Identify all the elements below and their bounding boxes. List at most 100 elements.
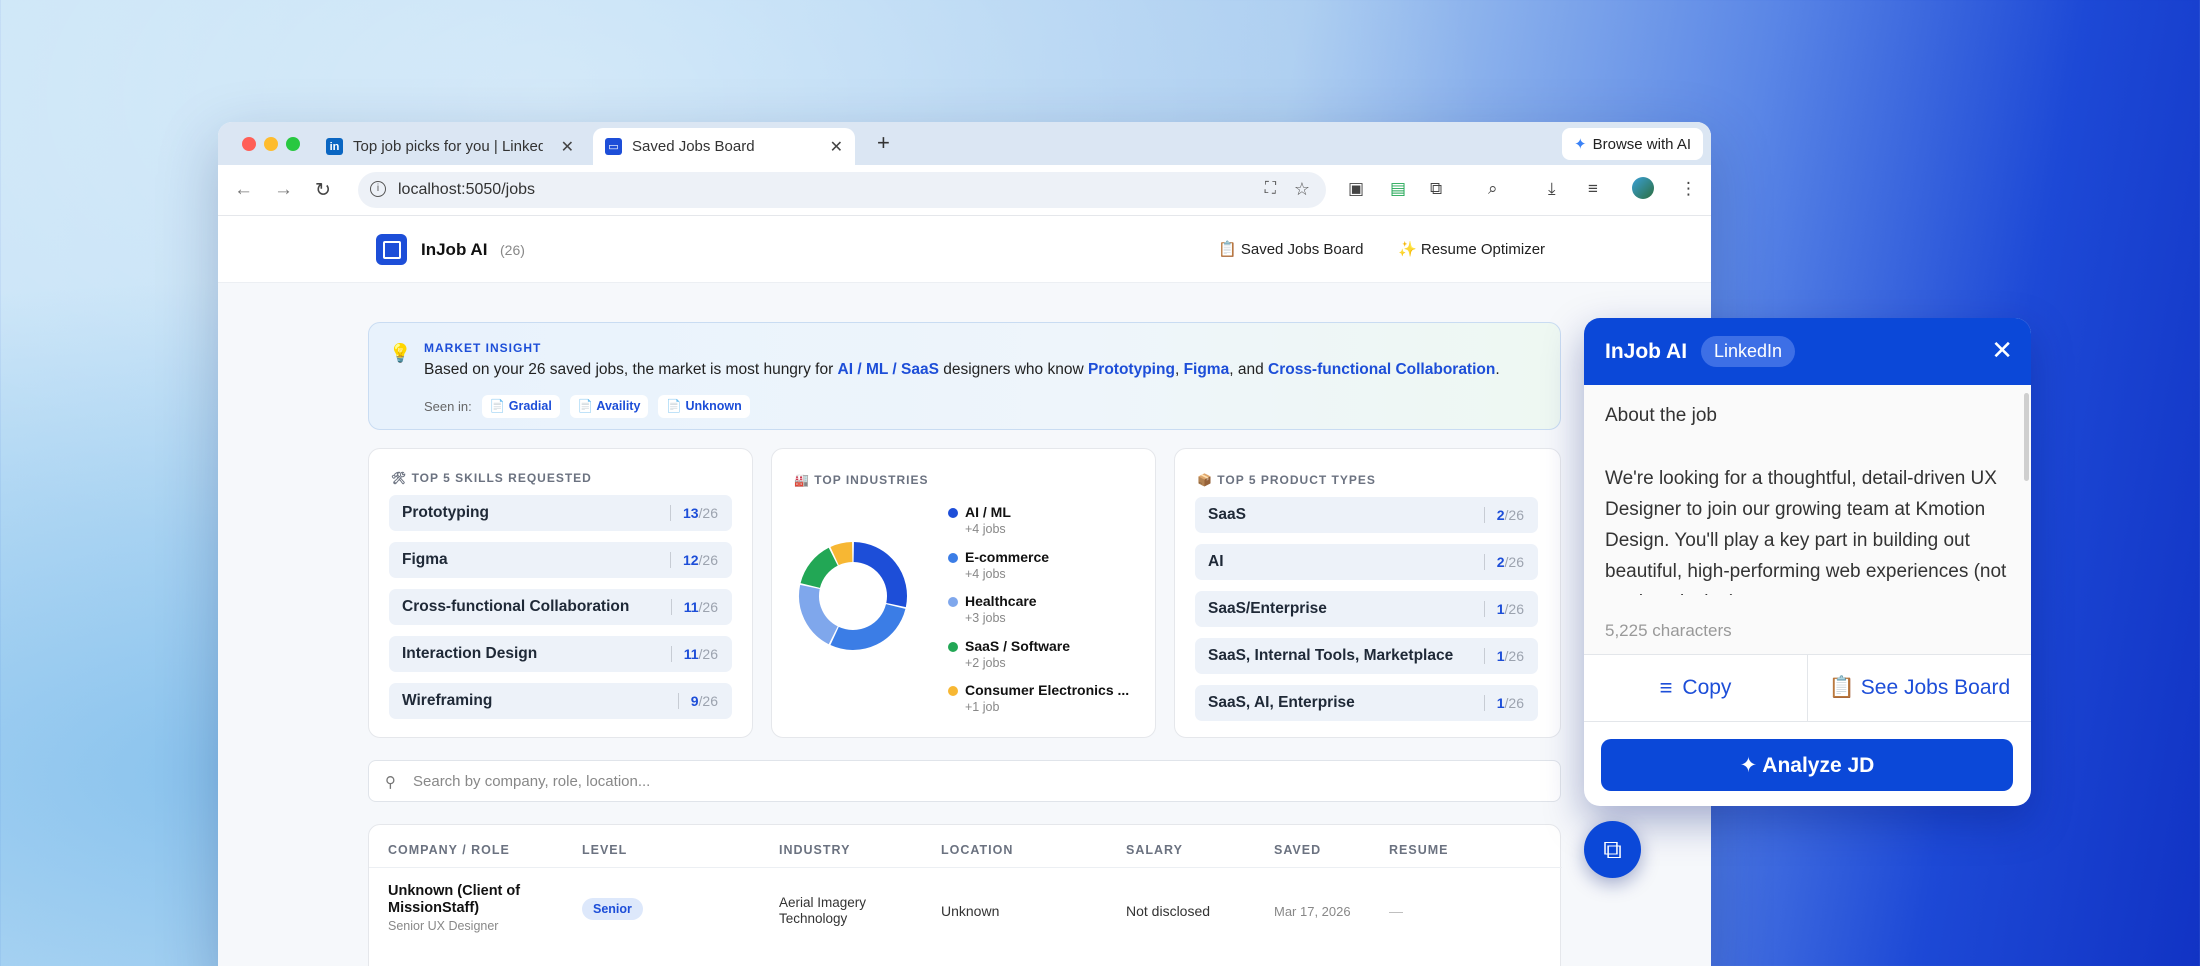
col-salary[interactable]: SALARY — [1126, 843, 1183, 857]
seen-chip-availity[interactable]: 📄 Availity — [569, 395, 649, 418]
tab-saved-jobs[interactable]: ▭ Saved Jobs Board ✕ — [593, 128, 855, 165]
minimize-window-button[interactable] — [264, 137, 278, 151]
donut-slice-ai-ml — [853, 542, 907, 608]
legend-dot — [948, 642, 958, 652]
col-resume[interactable]: RESUME — [1389, 843, 1448, 857]
source-badge: LinkedIn — [1701, 336, 1796, 367]
jobs-table: COMPANY / ROLE LEVEL INDUSTRY LOCATION S… — [368, 824, 1562, 966]
translate-icon[interactable]: ⛶ — [1265, 180, 1276, 198]
seen-label: Seen in: — [424, 399, 472, 414]
browse-with-ai-button[interactable]: ✦ Browse with AI — [1562, 128, 1703, 160]
extensions-icon[interactable]: ⧉ — [1430, 179, 1442, 199]
lightbulb-icon: 💡 — [389, 343, 412, 363]
reading-list-icon[interactable]: ≡ — [1588, 179, 1598, 199]
skill-row: Wireframing 9/26 — [389, 683, 732, 719]
close-tab-icon[interactable]: ✕ — [830, 137, 843, 157]
jd-heading: About the job — [1605, 405, 1717, 426]
legend-dot — [948, 508, 958, 518]
product-row: SaaS/Enterprise 1/26 — [1195, 591, 1538, 627]
new-tab-button[interactable]: + — [877, 130, 890, 156]
menu-kebab-icon[interactable]: ⋮ — [1680, 179, 1697, 199]
search-icon: ⚲ — [385, 774, 396, 791]
scrollbar[interactable] — [2024, 393, 2029, 481]
donut-slice-healthcare — [799, 584, 839, 645]
copy-fab-button[interactable]: ⧉ — [1584, 821, 1641, 878]
job-search-input[interactable]: ⚲ Search by company, role, location... — [368, 760, 1561, 802]
copy-icon: ⧉ — [1603, 833, 1622, 864]
app-logo[interactable] — [376, 234, 407, 265]
card-title: 🛠 TOP 5 SKILLS REQUESTED — [391, 471, 592, 485]
card-title: 🏭 TOP INDUSTRIES — [794, 473, 929, 487]
legend-dot — [948, 553, 958, 563]
tab-search-icon[interactable]: ⌕ — [1488, 179, 1498, 199]
reload-icon[interactable]: ↻ — [315, 179, 331, 202]
legend-dot — [948, 686, 958, 696]
forward-icon[interactable]: → — [274, 179, 293, 201]
seen-chip-gradial[interactable]: 📄 Gradial — [481, 395, 560, 418]
injob-ai-panel: InJob AI LinkedIn ✕ About the job We're … — [1584, 318, 2031, 806]
top-industries-card: 🏭 TOP INDUSTRIES AI / ML +4 jobs E-commer… — [771, 448, 1156, 738]
web-page: InJob AI (26) 📋 Saved Jobs Board ✨ Resum… — [218, 216, 1711, 966]
browse-ai-label: Browse with AI — [1592, 135, 1691, 153]
legend-healthcare: Healthcare +3 jobs — [948, 593, 1037, 625]
bookmark-star-icon[interactable]: ☆ — [1294, 179, 1310, 200]
sheets-extension-icon[interactable]: ▤ — [1390, 179, 1406, 199]
copy-button[interactable]: ≡ Copy — [1584, 655, 1807, 721]
legend-ai-ml: AI / ML +4 jobs — [948, 504, 1011, 536]
profile-avatar[interactable] — [1632, 177, 1654, 199]
nav-resume-optimizer[interactable]: ✨ Resume Optimizer — [1398, 240, 1545, 258]
nav-label: Resume Optimizer — [1420, 241, 1546, 258]
char-count: 5,225 characters — [1605, 621, 1732, 640]
panel-title: InJob AI — [1605, 340, 1688, 363]
tab-bar: in Top job picks for you | LinkedIn ✕ ▭ … — [218, 122, 1711, 165]
legend-consumer-electronics: Consumer Electronics ... +1 job — [948, 682, 1129, 714]
saved-date-cell: Mar 17, 2026 — [1274, 904, 1351, 919]
sparkle-icon: ✦ — [1574, 136, 1587, 153]
skill-row: Cross-functional Collaboration 11/26 — [389, 589, 732, 625]
tab-label: Saved Jobs Board — [632, 138, 755, 155]
insight-text: Based on your 26 saved jobs, the market … — [424, 361, 1500, 378]
tab-linkedin[interactable]: in Top job picks for you | LinkedIn ✕ — [326, 128, 586, 165]
product-row: AI 2/26 — [1195, 544, 1538, 580]
job-description-preview[interactable]: About the job We're looking for a though… — [1584, 385, 2031, 655]
address-bar[interactable]: i localhost:5050/jobs ⛶ ☆ — [358, 172, 1326, 208]
insight-kicker: MARKET INSIGHT — [424, 341, 542, 355]
back-icon[interactable]: ← — [234, 179, 253, 201]
col-level[interactable]: LEVEL — [582, 843, 627, 857]
donut-slice-consumer-electronics — [830, 542, 853, 566]
site-info-icon[interactable]: i — [370, 181, 386, 197]
seen-chip-unknown[interactable]: 📄 Unknown — [658, 395, 750, 418]
col-location[interactable]: LOCATION — [941, 843, 1013, 857]
salary-cell: Not disclosed — [1126, 903, 1211, 919]
close-window-button[interactable] — [242, 137, 256, 151]
search-placeholder: Search by company, role, location... — [413, 772, 651, 790]
download-icon[interactable]: ⤓ — [1548, 179, 1556, 199]
panel-header: InJob AI LinkedIn ✕ — [1584, 318, 2031, 385]
see-jobs-board-button[interactable]: 📋 See Jobs Board — [1807, 655, 2031, 721]
browser-toolbar: ← → ↻ i localhost:5050/jobs ⛶ ☆ ▣ ▤ ⧉ ⌕ … — [218, 165, 1711, 216]
copy-label: Copy — [1682, 676, 1732, 699]
maximize-window-button[interactable] — [286, 137, 300, 151]
product-row: SaaS 2/26 — [1195, 497, 1538, 533]
app-header: InJob AI (26) 📋 Saved Jobs Board ✨ Resum… — [218, 216, 1711, 283]
saved-count: (26) — [500, 242, 525, 258]
col-saved[interactable]: SAVED — [1274, 843, 1321, 857]
nav-saved-jobs-board[interactable]: 📋 Saved Jobs Board — [1218, 240, 1363, 258]
donut-slice-saas-software — [800, 547, 839, 589]
legend-dot — [948, 597, 958, 607]
board-label: 📋 See Jobs Board — [1828, 676, 2011, 699]
browser-window: in Top job picks for you | LinkedIn ✕ ▭ … — [218, 122, 1711, 966]
close-tab-icon[interactable]: ✕ — [561, 137, 574, 157]
analyze-jd-button[interactable]: ✦ Analyze JD — [1601, 739, 2013, 791]
col-industry[interactable]: INDUSTRY — [779, 843, 850, 857]
product-row: SaaS, Internal Tools, Marketplace 1/26 — [1195, 638, 1538, 674]
close-icon[interactable]: ✕ — [1991, 335, 2013, 366]
top-skills-card: 🛠 TOP 5 SKILLS REQUESTED Prototyping 13/2… — [368, 448, 753, 738]
donut-slice-e-commerce — [830, 603, 906, 650]
notion-extension-icon[interactable]: ▣ — [1348, 179, 1364, 199]
col-company-role[interactable]: COMPANY / ROLE — [388, 843, 510, 857]
industry-cell: Aerial Imagery Technology — [779, 895, 867, 926]
jd-body: We're looking for a thoughtful, detail-d… — [1605, 468, 2007, 595]
industries-donut-chart — [799, 542, 907, 650]
brand-name: InJob AI — [421, 240, 488, 259]
